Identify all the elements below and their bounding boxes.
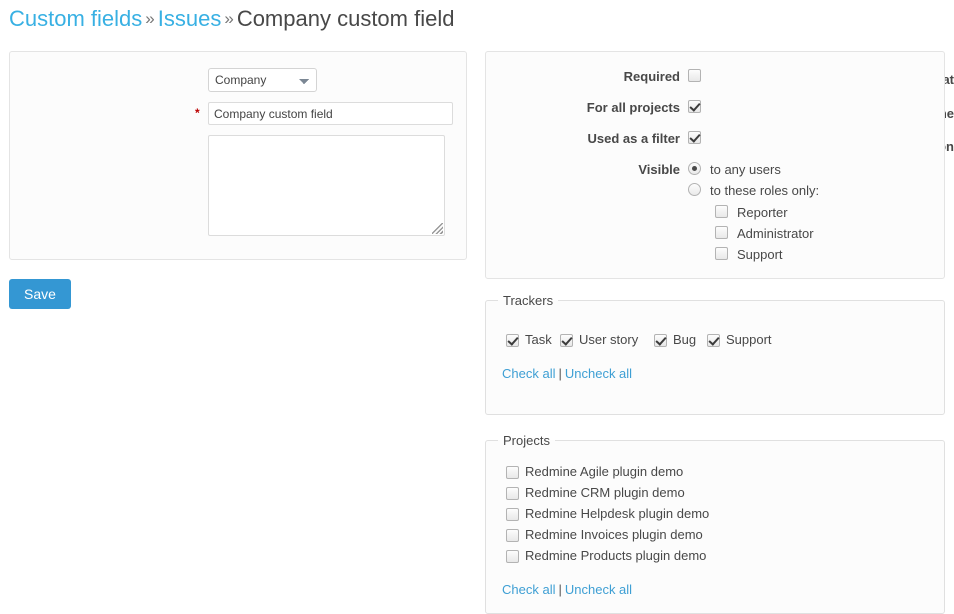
projects-links-separator: | [555, 582, 564, 597]
tracker-item-support: Support [707, 332, 772, 348]
role-reporter-checkbox[interactable] [715, 205, 728, 218]
used-as-filter-checkbox[interactable] [688, 131, 701, 144]
trackers-uncheck-all-link[interactable]: Uncheck all [565, 366, 632, 381]
project-item-invoices: Redmine Invoices plugin demo [506, 527, 703, 543]
breadcrumb-link-custom-fields[interactable]: Custom fields [9, 6, 142, 31]
breadcrumb-separator-2: » [221, 9, 236, 28]
visible-label: Visible [485, 162, 680, 178]
projects-uncheck-all-link[interactable]: Uncheck all [565, 582, 632, 597]
role-administrator-label: Administrator [731, 226, 814, 241]
tracker-item-bug: Bug [654, 332, 696, 348]
format-select[interactable]: Company [208, 68, 317, 92]
tracker-task-checkbox[interactable] [506, 334, 519, 347]
description-textarea-wrapper [208, 135, 445, 236]
tracker-bug-checkbox[interactable] [654, 334, 667, 347]
project-agile-label: Redmine Agile plugin demo [519, 464, 683, 479]
tracker-user-story-label: User story [573, 332, 638, 347]
description-textarea[interactable] [208, 135, 445, 236]
projects-legend: Projects [498, 433, 555, 448]
project-helpdesk-label: Redmine Helpdesk plugin demo [519, 506, 709, 521]
page-title: Company custom field [237, 6, 455, 31]
visible-any-users-radio[interactable] [688, 162, 701, 175]
project-products-label: Redmine Products plugin demo [519, 548, 706, 563]
project-agile-checkbox[interactable] [506, 466, 519, 479]
tracker-user-story-checkbox[interactable] [560, 334, 573, 347]
trackers-check-links: Check all|Uncheck all [502, 366, 632, 381]
required-checkbox[interactable] [688, 69, 701, 82]
breadcrumb: Custom fields»Issues»Company custom fiel… [9, 2, 454, 36]
save-button[interactable]: Save [9, 279, 71, 309]
visible-roles-only-label: to these roles only: [704, 183, 819, 198]
required-label: Required [485, 69, 680, 85]
tracker-support-checkbox[interactable] [707, 334, 720, 347]
for-all-projects-checkbox[interactable] [688, 100, 701, 113]
trackers-check-all-link[interactable]: Check all [502, 366, 555, 381]
visible-roles-only-radio[interactable] [688, 183, 701, 196]
trackers-fieldset: Trackers [485, 293, 945, 415]
project-products-checkbox[interactable] [506, 550, 519, 563]
name-input[interactable] [208, 102, 453, 125]
visible-any-users-label: to any users [704, 162, 781, 177]
project-item-crm: Redmine CRM plugin demo [506, 485, 685, 501]
for-all-projects-label: For all projects [485, 100, 680, 116]
breadcrumb-link-issues[interactable]: Issues [158, 6, 222, 31]
tracker-support-label: Support [720, 332, 772, 347]
trackers-legend: Trackers [498, 293, 558, 308]
role-administrator-checkbox[interactable] [715, 226, 728, 239]
project-item-agile: Redmine Agile plugin demo [506, 464, 683, 480]
role-reporter-label: Reporter [731, 205, 788, 220]
used-as-filter-label: Used as a filter [485, 131, 680, 147]
tracker-task-label: Task [519, 332, 552, 347]
projects-check-links: Check all|Uncheck all [502, 582, 632, 597]
projects-check-all-link[interactable]: Check all [502, 582, 555, 597]
project-item-helpdesk: Redmine Helpdesk plugin demo [506, 506, 709, 522]
tracker-item-task: Task [506, 332, 552, 348]
tracker-item-user-story: User story [560, 332, 638, 348]
project-crm-label: Redmine CRM plugin demo [519, 485, 685, 500]
required-asterisk: * [195, 106, 200, 120]
role-support-checkbox[interactable] [715, 247, 728, 260]
tracker-bug-label: Bug [667, 332, 696, 347]
project-invoices-checkbox[interactable] [506, 529, 519, 542]
role-support-label: Support [731, 247, 783, 262]
project-item-products: Redmine Products plugin demo [506, 548, 706, 564]
project-helpdesk-checkbox[interactable] [506, 508, 519, 521]
trackers-links-separator: | [555, 366, 564, 381]
project-invoices-label: Redmine Invoices plugin demo [519, 527, 703, 542]
project-crm-checkbox[interactable] [506, 487, 519, 500]
breadcrumb-separator-1: » [142, 9, 157, 28]
